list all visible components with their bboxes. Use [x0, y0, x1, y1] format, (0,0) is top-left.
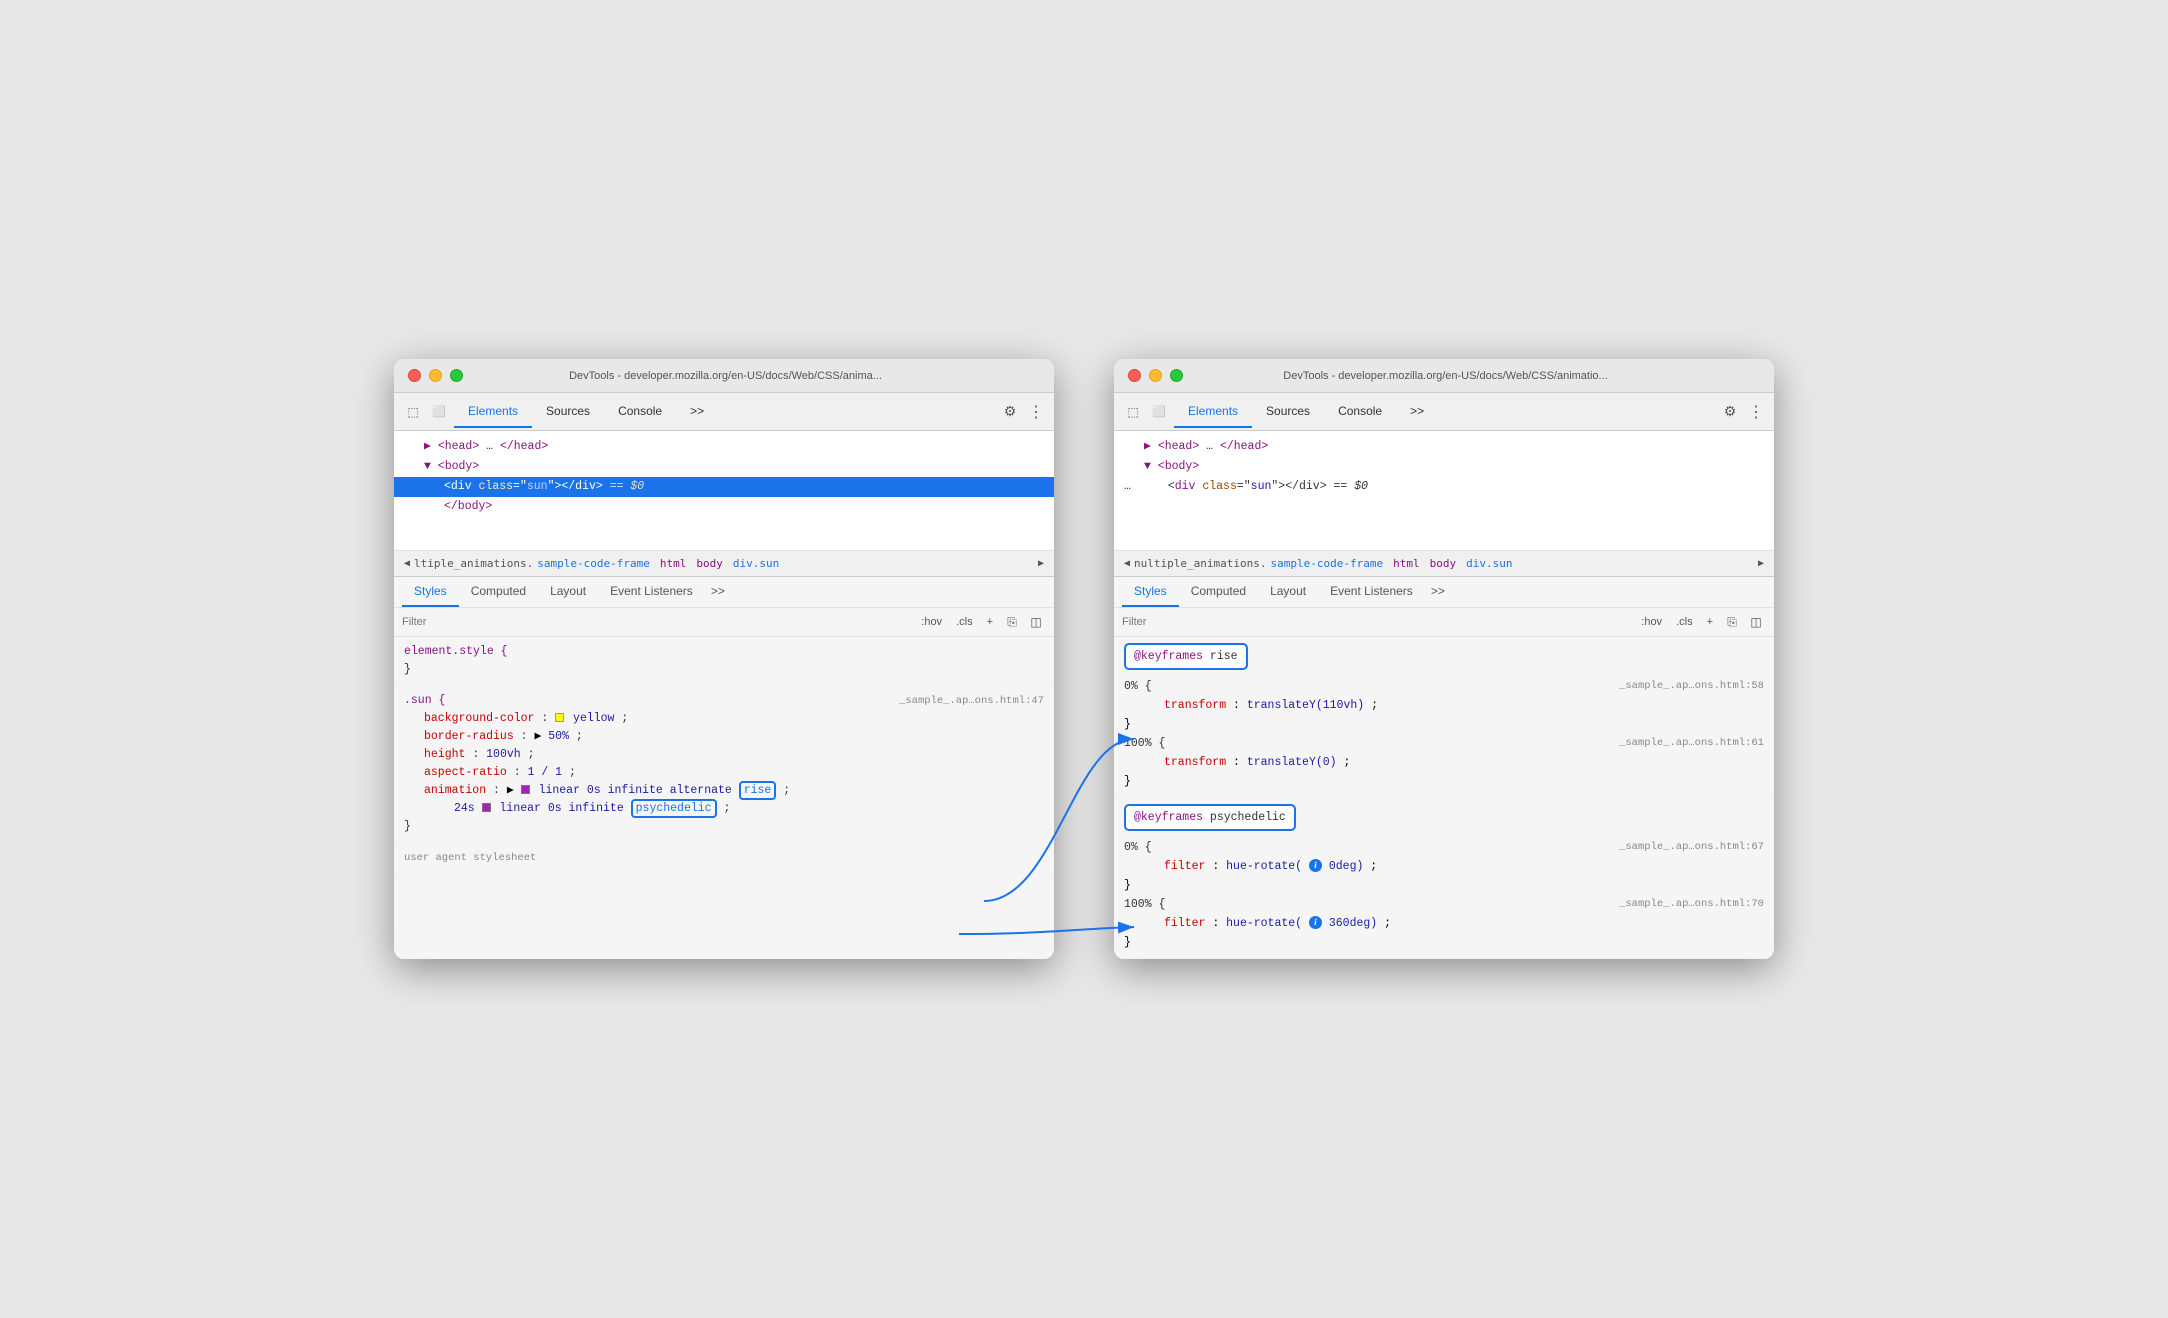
cls-button[interactable]: .cls: [951, 614, 978, 630]
right-dom-line-body: ▼ <body>: [1114, 457, 1774, 477]
right-tab-elements[interactable]: Elements: [1174, 396, 1252, 428]
right-filter-buttons: :hov .cls + ⎘ ◫: [1636, 612, 1766, 632]
anim-swatch-2[interactable]: [482, 803, 491, 812]
left-breadcrumb: ◀ ltiple_animations.sample-code-frame ht…: [394, 551, 1054, 577]
right-dom-panel: ▶ <head> … </head> ▼ <body> … <div class…: [1114, 431, 1774, 551]
page-container: DevTools - developer.mozilla.org/en-US/d…: [394, 359, 1774, 959]
anim-swatch-1[interactable]: [521, 785, 530, 794]
right-tab-computed[interactable]: Computed: [1179, 577, 1258, 607]
right-settings-icon[interactable]: ⚙: [1718, 400, 1742, 424]
right-tab-sources[interactable]: Sources: [1252, 396, 1324, 428]
keyframes-rise-highlight: @keyframes rise: [1124, 643, 1248, 670]
right-tab-layout[interactable]: Layout: [1258, 577, 1318, 607]
settings-icon[interactable]: ⚙: [998, 400, 1022, 424]
right-dom-ellipsis: … <div class="sun"></div> == $0: [1114, 477, 1774, 497]
right-tab-console[interactable]: Console: [1324, 396, 1396, 428]
plus-button[interactable]: +: [982, 614, 998, 630]
info-icon-2[interactable]: i: [1309, 916, 1322, 929]
right-more-options-icon[interactable]: ⋮: [1746, 400, 1766, 424]
rise-highlight: rise: [739, 781, 777, 800]
left-titlebar: DevTools - developer.mozilla.org/en-US/d…: [394, 359, 1054, 393]
dom-line-head: ▶ <head> … </head>: [394, 437, 1054, 457]
filter-input[interactable]: [402, 616, 910, 628]
filter-buttons: :hov .cls + ⎘ ◫: [916, 612, 1046, 632]
right-dom-line-head: ▶ <head> … </head>: [1114, 437, 1774, 457]
dom-line-body-close: </body>: [394, 497, 1054, 517]
right-tab-event-listeners[interactable]: Event Listeners: [1318, 577, 1425, 607]
tab-elements[interactable]: Elements: [454, 396, 532, 428]
keyframes-psychedelic-highlight: @keyframes psychedelic: [1124, 804, 1296, 831]
user-agent-label: user agent stylesheet: [394, 843, 1054, 874]
sun-rule: .sun { _sample_.ap…ons.html:47 backgroun…: [394, 686, 1054, 843]
more-options-icon[interactable]: ⋮: [1026, 400, 1046, 424]
right-hov-button[interactable]: :hov: [1636, 614, 1667, 630]
left-css-panel: element.style { } .sun { _sample_.ap…ons…: [394, 637, 1054, 874]
yellow-swatch[interactable]: [555, 713, 564, 722]
right-toolbar-tabs: Elements Sources Console >>: [1174, 396, 1714, 428]
right-plus-button[interactable]: +: [1702, 614, 1718, 630]
right-styles-tabs: Styles Computed Layout Event Listeners >…: [1114, 577, 1774, 608]
right-tab-styles[interactable]: Styles: [1122, 577, 1179, 607]
element-style-rule: element.style { }: [394, 637, 1054, 686]
tab-more-styles[interactable]: >>: [705, 577, 731, 607]
right-devtools-window: DevTools - developer.mozilla.org/en-US/d…: [1114, 359, 1774, 959]
left-toolbar-tabs: Elements Sources Console >>: [454, 396, 994, 428]
left-styles-tabs: Styles Computed Layout Event Listeners >…: [394, 577, 1054, 608]
right-titlebar: DevTools - developer.mozilla.org/en-US/d…: [1114, 359, 1774, 393]
right-window-title: DevTools - developer.mozilla.org/en-US/d…: [1131, 370, 1760, 382]
dom-line-div-selected[interactable]: <div class="sun"></div> == $0: [394, 477, 1054, 497]
tab-computed[interactable]: Computed: [459, 577, 538, 607]
keyframes-psychedelic-section: @keyframes psychedelic 0% { _sample_.ap……: [1114, 798, 1774, 959]
bc-file: ltiple_animations.: [414, 557, 533, 570]
keyframes-rise-section: @keyframes rise 0% { _sample_.ap…ons.htm…: [1114, 637, 1774, 798]
right-css-panel: @keyframes rise 0% { _sample_.ap…ons.htm…: [1114, 637, 1774, 959]
right-filter-input[interactable]: [1122, 616, 1630, 628]
info-icon-1[interactable]: i: [1309, 859, 1322, 872]
left-filter-bar: :hov .cls + ⎘ ◫: [394, 608, 1054, 637]
left-dom-panel: ▶ <head> … </head> ▼ <body> <div class="…: [394, 431, 1054, 551]
psychedelic-highlight: psychedelic: [631, 799, 717, 818]
computed-sidebar-icon[interactable]: ◫: [1026, 612, 1046, 632]
right-device-icon[interactable]: ⬜: [1148, 401, 1170, 423]
inspector-icon[interactable]: ⬚: [402, 401, 424, 423]
copy-styles-icon[interactable]: ⎘: [1002, 612, 1022, 632]
tab-more[interactable]: >>: [676, 396, 718, 428]
right-filter-bar: :hov .cls + ⎘ ◫: [1114, 608, 1774, 637]
right-tab-more[interactable]: >>: [1396, 396, 1438, 428]
right-toolbar: ⬚ ⬜ Elements Sources Console >> ⚙ ⋮: [1114, 393, 1774, 431]
left-devtools-window: DevTools - developer.mozilla.org/en-US/d…: [394, 359, 1054, 959]
left-toolbar: ⬚ ⬜ Elements Sources Console >> ⚙ ⋮: [394, 393, 1054, 431]
right-cls-button[interactable]: .cls: [1671, 614, 1698, 630]
tab-styles[interactable]: Styles: [402, 577, 459, 607]
dom-line-body: ▼ <body>: [394, 457, 1054, 477]
tab-event-listeners[interactable]: Event Listeners: [598, 577, 705, 607]
left-window-title: DevTools - developer.mozilla.org/en-US/d…: [411, 370, 1040, 382]
right-breadcrumb: ◀ nultiple_animations.sample-code-frame …: [1114, 551, 1774, 577]
right-tab-more-styles[interactable]: >>: [1425, 577, 1451, 607]
right-inspector-icon[interactable]: ⬚: [1122, 401, 1144, 423]
tab-console[interactable]: Console: [604, 396, 676, 428]
right-computed-sidebar-icon[interactable]: ◫: [1746, 612, 1766, 632]
tab-sources[interactable]: Sources: [532, 396, 604, 428]
right-copy-styles-icon[interactable]: ⎘: [1722, 612, 1742, 632]
device-icon[interactable]: ⬜: [428, 401, 450, 423]
hov-button[interactable]: :hov: [916, 614, 947, 630]
tab-layout[interactable]: Layout: [538, 577, 598, 607]
